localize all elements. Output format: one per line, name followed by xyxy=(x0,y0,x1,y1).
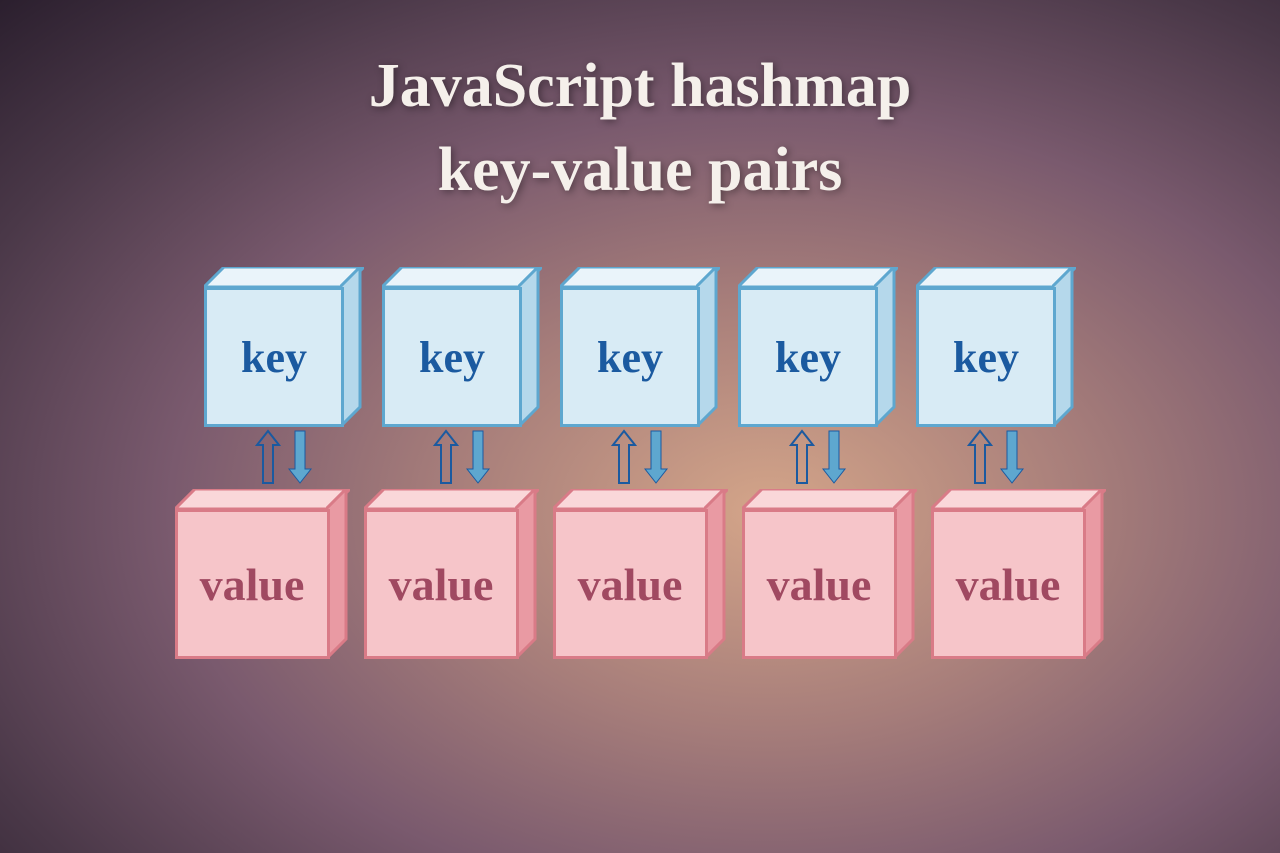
key-cube: key xyxy=(204,267,364,427)
arrow-down-icon xyxy=(465,429,491,485)
arrow-down-icon xyxy=(999,429,1025,485)
diagram-title: JavaScript hashmap key-value pairs xyxy=(0,0,1280,212)
arrow-up-icon xyxy=(611,429,637,485)
arrow-down-icon xyxy=(287,429,313,485)
value-label: value xyxy=(742,509,897,659)
key-label: key xyxy=(560,287,700,427)
value-cube: value xyxy=(742,489,917,659)
key-cube: key xyxy=(738,267,898,427)
arrow-up-icon xyxy=(789,429,815,485)
key-label: key xyxy=(738,287,878,427)
value-label: value xyxy=(553,509,708,659)
value-cube: value xyxy=(364,489,539,659)
arrow-up-icon xyxy=(967,429,993,485)
key-label: key xyxy=(382,287,522,427)
key-row: key key key key key xyxy=(160,267,1120,427)
arrow-up-icon xyxy=(433,429,459,485)
key-cube: key xyxy=(382,267,542,427)
arrow-pair xyxy=(916,429,1076,485)
value-label: value xyxy=(931,509,1086,659)
title-line-1: JavaScript hashmap xyxy=(0,45,1280,129)
value-cube: value xyxy=(553,489,728,659)
arrow-down-icon xyxy=(643,429,669,485)
arrow-pair xyxy=(738,429,898,485)
key-label: key xyxy=(204,287,344,427)
key-cube: key xyxy=(560,267,720,427)
arrow-pair xyxy=(204,429,364,485)
value-cube: value xyxy=(931,489,1106,659)
value-label: value xyxy=(175,509,330,659)
arrow-pair xyxy=(382,429,542,485)
key-label: key xyxy=(916,287,1056,427)
value-cube: value xyxy=(175,489,350,659)
arrow-row xyxy=(160,429,1120,485)
arrow-up-icon xyxy=(255,429,281,485)
hashmap-diagram: key key key key key xyxy=(160,267,1120,659)
title-line-2: key-value pairs xyxy=(0,129,1280,213)
arrow-down-icon xyxy=(821,429,847,485)
value-label: value xyxy=(364,509,519,659)
arrow-pair xyxy=(560,429,720,485)
value-row: value value value value value xyxy=(160,489,1120,659)
key-cube: key xyxy=(916,267,1076,427)
